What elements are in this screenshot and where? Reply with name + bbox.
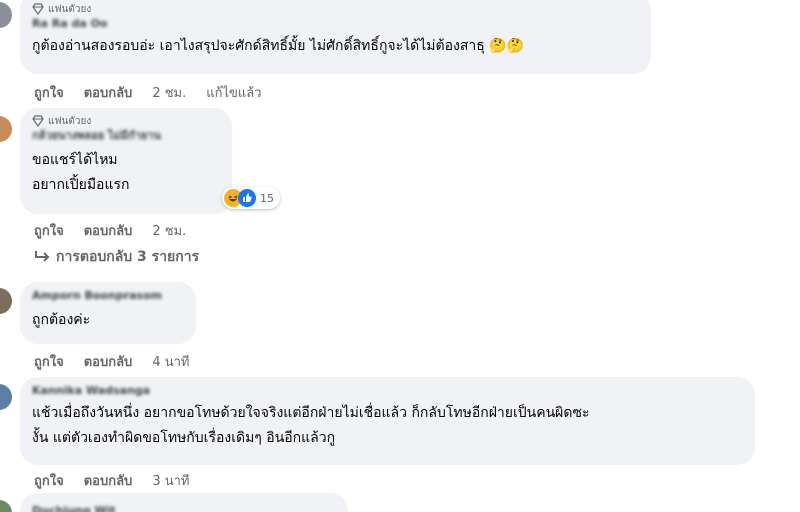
edited-label: แก้ไขแล้ว — [206, 86, 262, 101]
comment-text-line: งั้น แต่ตัวเองทำผิดขอโทษกับเรื่องเดิมๆ อ… — [32, 430, 336, 446]
like-link[interactable]: ถูกใจ — [34, 82, 64, 103]
like-link[interactable]: ถูกใจ — [34, 470, 64, 491]
comment-bubble: Kannika Wadsanga แช้วเมื่อถึงวันหนึ่ง อย… — [20, 377, 755, 465]
badge-label: แฟนตัวยง — [48, 115, 92, 127]
comment-actions: ถูกใจ ตอบกลับ 3 นาที — [34, 470, 189, 491]
avatar[interactable] — [0, 500, 12, 512]
comment-text-line: แช้วเมื่อถึงวันหนึ่ง อยากขอโทษด้วยใจจริง… — [32, 405, 590, 421]
comment-bubble: Amporn Boonprasom ถูกต้องค่ะ — [20, 282, 196, 344]
diamond-icon — [32, 115, 44, 127]
diamond-icon — [32, 3, 44, 15]
comment-bubble: แฟนตัวยง กล้วยนางพลอย ไม่มีกำยาน ขอแชร์ไ… — [20, 108, 232, 214]
comment-actions: ถูกใจ ตอบกลับ 2 ชม. แก้ไขแล้ว — [34, 82, 262, 103]
comment-text: กูต้องอ่านสองรอบอ่ะ เอาไงสรุปจะศักด์สิทธ… — [32, 38, 525, 54]
timestamp[interactable]: 2 ชม. — [152, 220, 186, 241]
like-icon — [238, 189, 256, 207]
reply-link[interactable]: ตอบกลับ — [84, 351, 133, 372]
top-fan-badge: แฟนตัวยง — [32, 114, 220, 128]
comment-text: ถูกต้องค่ะ — [32, 312, 91, 328]
reply-arrow-icon — [35, 251, 50, 262]
reply-link[interactable]: ตอบกลับ — [84, 470, 133, 491]
comment-bubble: Duchjung Wit — [20, 493, 348, 512]
comment-author[interactable]: Amporn Boonprasom — [32, 288, 184, 304]
reply-link[interactable]: ตอบกลับ — [84, 220, 133, 241]
like-link[interactable]: ถูกใจ — [34, 220, 64, 241]
comment-author[interactable]: Ra Ra da Oo — [32, 16, 639, 32]
avatar[interactable] — [0, 2, 12, 28]
like-link[interactable]: ถูกใจ — [34, 351, 64, 372]
timestamp[interactable]: 3 นาที — [152, 470, 189, 491]
avatar[interactable] — [0, 116, 12, 142]
timestamp[interactable]: 4 นาที — [152, 351, 189, 372]
comment-actions: ถูกใจ ตอบกลับ 2 ชม. — [34, 220, 186, 241]
comment-author[interactable]: Kannika Wadsanga — [32, 383, 743, 399]
avatar[interactable] — [0, 288, 12, 314]
badge-label: แฟนตัวยง — [48, 3, 92, 15]
top-fan-badge: แฟนตัวยง — [32, 2, 639, 16]
view-replies-label: การตอบกลับ 3 รายการ — [56, 249, 200, 265]
comment-actions: ถูกใจ ตอบกลับ 4 นาที — [34, 351, 189, 372]
comment-author[interactable]: Duchjung Wit — [32, 503, 336, 512]
view-replies-link[interactable]: การตอบกลับ 3 รายการ — [34, 246, 199, 268]
comment-author[interactable]: กล้วยนางพลอย ไม่มีกำยาน — [32, 128, 220, 144]
reaction-summary[interactable]: 15 — [222, 187, 280, 209]
timestamp[interactable]: 2 ชม. — [152, 82, 186, 103]
avatar[interactable] — [0, 384, 12, 410]
reaction-count: 15 — [260, 191, 274, 205]
comment-text-line: ขอแชร์ได้ไหม — [32, 152, 118, 168]
comment-text-line: อยากเปิ้ยมือแรก — [32, 177, 130, 193]
comment-bubble: แฟนตัวยง Ra Ra da Oo กูต้องอ่านสองรอบอ่ะ… — [20, 0, 651, 74]
reply-link[interactable]: ตอบกลับ — [84, 82, 133, 103]
